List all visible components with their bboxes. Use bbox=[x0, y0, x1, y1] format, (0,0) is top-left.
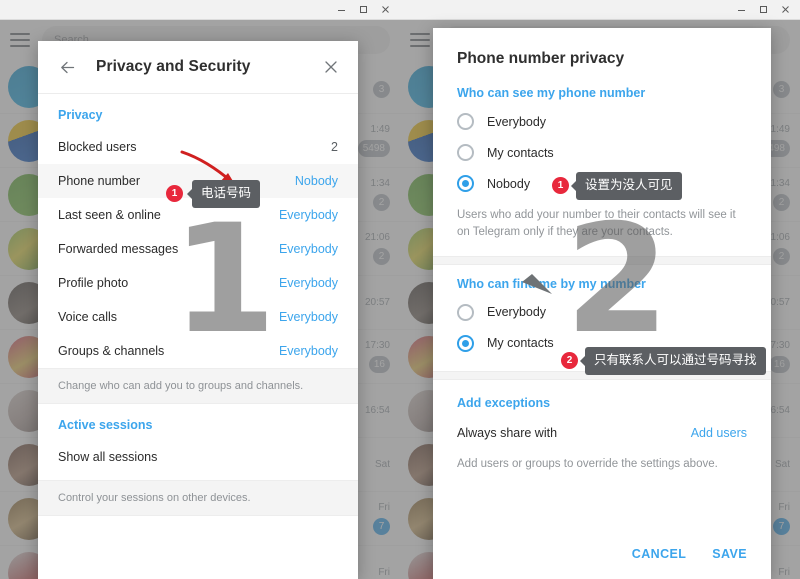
row-label: Voice calls bbox=[58, 310, 118, 324]
row-label: Profile photo bbox=[58, 276, 129, 290]
see-option-my-contacts[interactable]: My contacts bbox=[433, 137, 771, 168]
row-value: Everybody bbox=[278, 208, 338, 222]
row-label: Last seen & online bbox=[58, 208, 161, 222]
radio-button[interactable] bbox=[457, 334, 474, 352]
back-icon[interactable] bbox=[56, 56, 78, 78]
phone-number-privacy-dialog: Phone number privacy Who can see my phon… bbox=[433, 28, 771, 579]
radio-button[interactable] bbox=[457, 144, 474, 161]
see-description: Users who add your number to their conta… bbox=[457, 209, 736, 239]
minimize-icon[interactable] bbox=[730, 1, 752, 19]
see-option-everybody[interactable]: Everybody bbox=[433, 106, 771, 137]
close-icon[interactable] bbox=[774, 1, 796, 19]
privacy-row-voice-calls[interactable]: Voice calls Everybody bbox=[38, 300, 358, 334]
dialog-body: Privacy Blocked users 2 Phone number Nobody… bbox=[38, 94, 358, 579]
radio-label: My contacts bbox=[487, 336, 554, 350]
close-dialog-icon[interactable] bbox=[320, 56, 342, 78]
exceptions-hint: Add users or groups to override the sett… bbox=[457, 457, 718, 470]
right-window: Search 31:4954981:34221:06220:5717:30161… bbox=[400, 0, 800, 579]
privacy-rows: Blocked users 2 Phone number Nobody Last see… bbox=[38, 130, 358, 368]
step-badge-r1: 1 bbox=[552, 177, 569, 194]
radio-label: Everybody bbox=[487, 114, 547, 129]
row-value: Everybody bbox=[278, 276, 338, 290]
maximize-icon[interactable] bbox=[752, 1, 774, 19]
tooltip-only-contacts: 只有联系人可以通过号码寻找 bbox=[580, 347, 766, 375]
groups-hint: Change who can add you to groups and cha… bbox=[38, 368, 358, 404]
who-can-see-title: Who can see my phone number bbox=[457, 86, 646, 100]
add-users-button[interactable]: Add users bbox=[691, 426, 747, 440]
privacy-row-blocked-users[interactable]: Blocked users 2 bbox=[38, 130, 358, 164]
dialog-title: Phone number privacy bbox=[457, 50, 625, 67]
page-title: Privacy and Security bbox=[96, 58, 251, 75]
row-label: Groups & channels bbox=[58, 344, 165, 358]
row-label: Show all sessions bbox=[58, 450, 158, 464]
always-share-with-row[interactable]: Always share with Add users bbox=[433, 416, 771, 450]
screen: Search 31:4954981:34221:06220:5717:30161… bbox=[0, 0, 800, 579]
step-badge-1: 1 bbox=[166, 185, 183, 202]
row-show-all-sessions[interactable]: Show all sessions bbox=[38, 440, 358, 474]
dialog-header: Privacy and Security bbox=[38, 41, 358, 94]
close-icon[interactable] bbox=[374, 1, 396, 19]
radio-button[interactable] bbox=[457, 175, 474, 192]
radio-button[interactable] bbox=[457, 113, 474, 130]
row-value: Everybody bbox=[278, 310, 338, 324]
minimize-icon[interactable] bbox=[330, 1, 352, 19]
row-value: Nobody bbox=[294, 174, 338, 188]
radio-label: Everybody bbox=[487, 305, 547, 319]
add-exceptions-title: Add exceptions bbox=[457, 395, 551, 410]
sessions-hint: Control your sessions on other devices. bbox=[38, 480, 358, 516]
radio-button[interactable] bbox=[457, 303, 474, 321]
privacy-row-forwarded-messages[interactable]: Forwarded messages Everybody bbox=[38, 232, 358, 266]
left-titlebar bbox=[0, 0, 400, 20]
row-label: Phone number bbox=[58, 174, 141, 188]
privacy-row-groups-channels[interactable]: Groups & channels Everybody bbox=[38, 334, 358, 368]
save-button[interactable]: SAVE bbox=[712, 547, 747, 561]
share-label: Always share with bbox=[457, 425, 558, 440]
who-can-find-title: Who can find me by my number bbox=[457, 276, 646, 291]
maximize-icon[interactable] bbox=[352, 1, 374, 19]
tooltip-phone-number: 电话号码 bbox=[186, 180, 261, 208]
divider-1 bbox=[433, 255, 771, 265]
dialog-footer: CANCEL SAVE bbox=[433, 529, 771, 579]
step-badge-r2: 2 bbox=[561, 352, 578, 369]
privacy-row-profile-photo[interactable]: Profile photo Everybody bbox=[38, 266, 358, 300]
row-label: Forwarded messages bbox=[58, 242, 179, 256]
right-titlebar bbox=[400, 0, 800, 20]
find-option-everybody[interactable]: Everybody bbox=[433, 297, 771, 328]
row-value: Everybody bbox=[278, 344, 338, 358]
privacy-and-security-dialog: Privacy and Security Privacy Blocked use… bbox=[38, 41, 358, 579]
cancel-button[interactable]: CANCEL bbox=[632, 547, 686, 561]
radio-label: My contacts bbox=[487, 145, 554, 160]
row-value: 2 bbox=[331, 140, 338, 154]
row-label: Blocked users bbox=[58, 140, 137, 154]
left-window: Search 31:4954981:34221:06220:5717:30161… bbox=[0, 0, 400, 579]
tooltip-set-nobody: 设置为没人可见 bbox=[571, 172, 682, 200]
row-value: Everybody bbox=[278, 242, 338, 256]
active-sessions-title: Active sessions bbox=[58, 418, 153, 432]
privacy-section-title: Privacy bbox=[58, 108, 103, 122]
radio-label: Nobody bbox=[487, 176, 531, 191]
